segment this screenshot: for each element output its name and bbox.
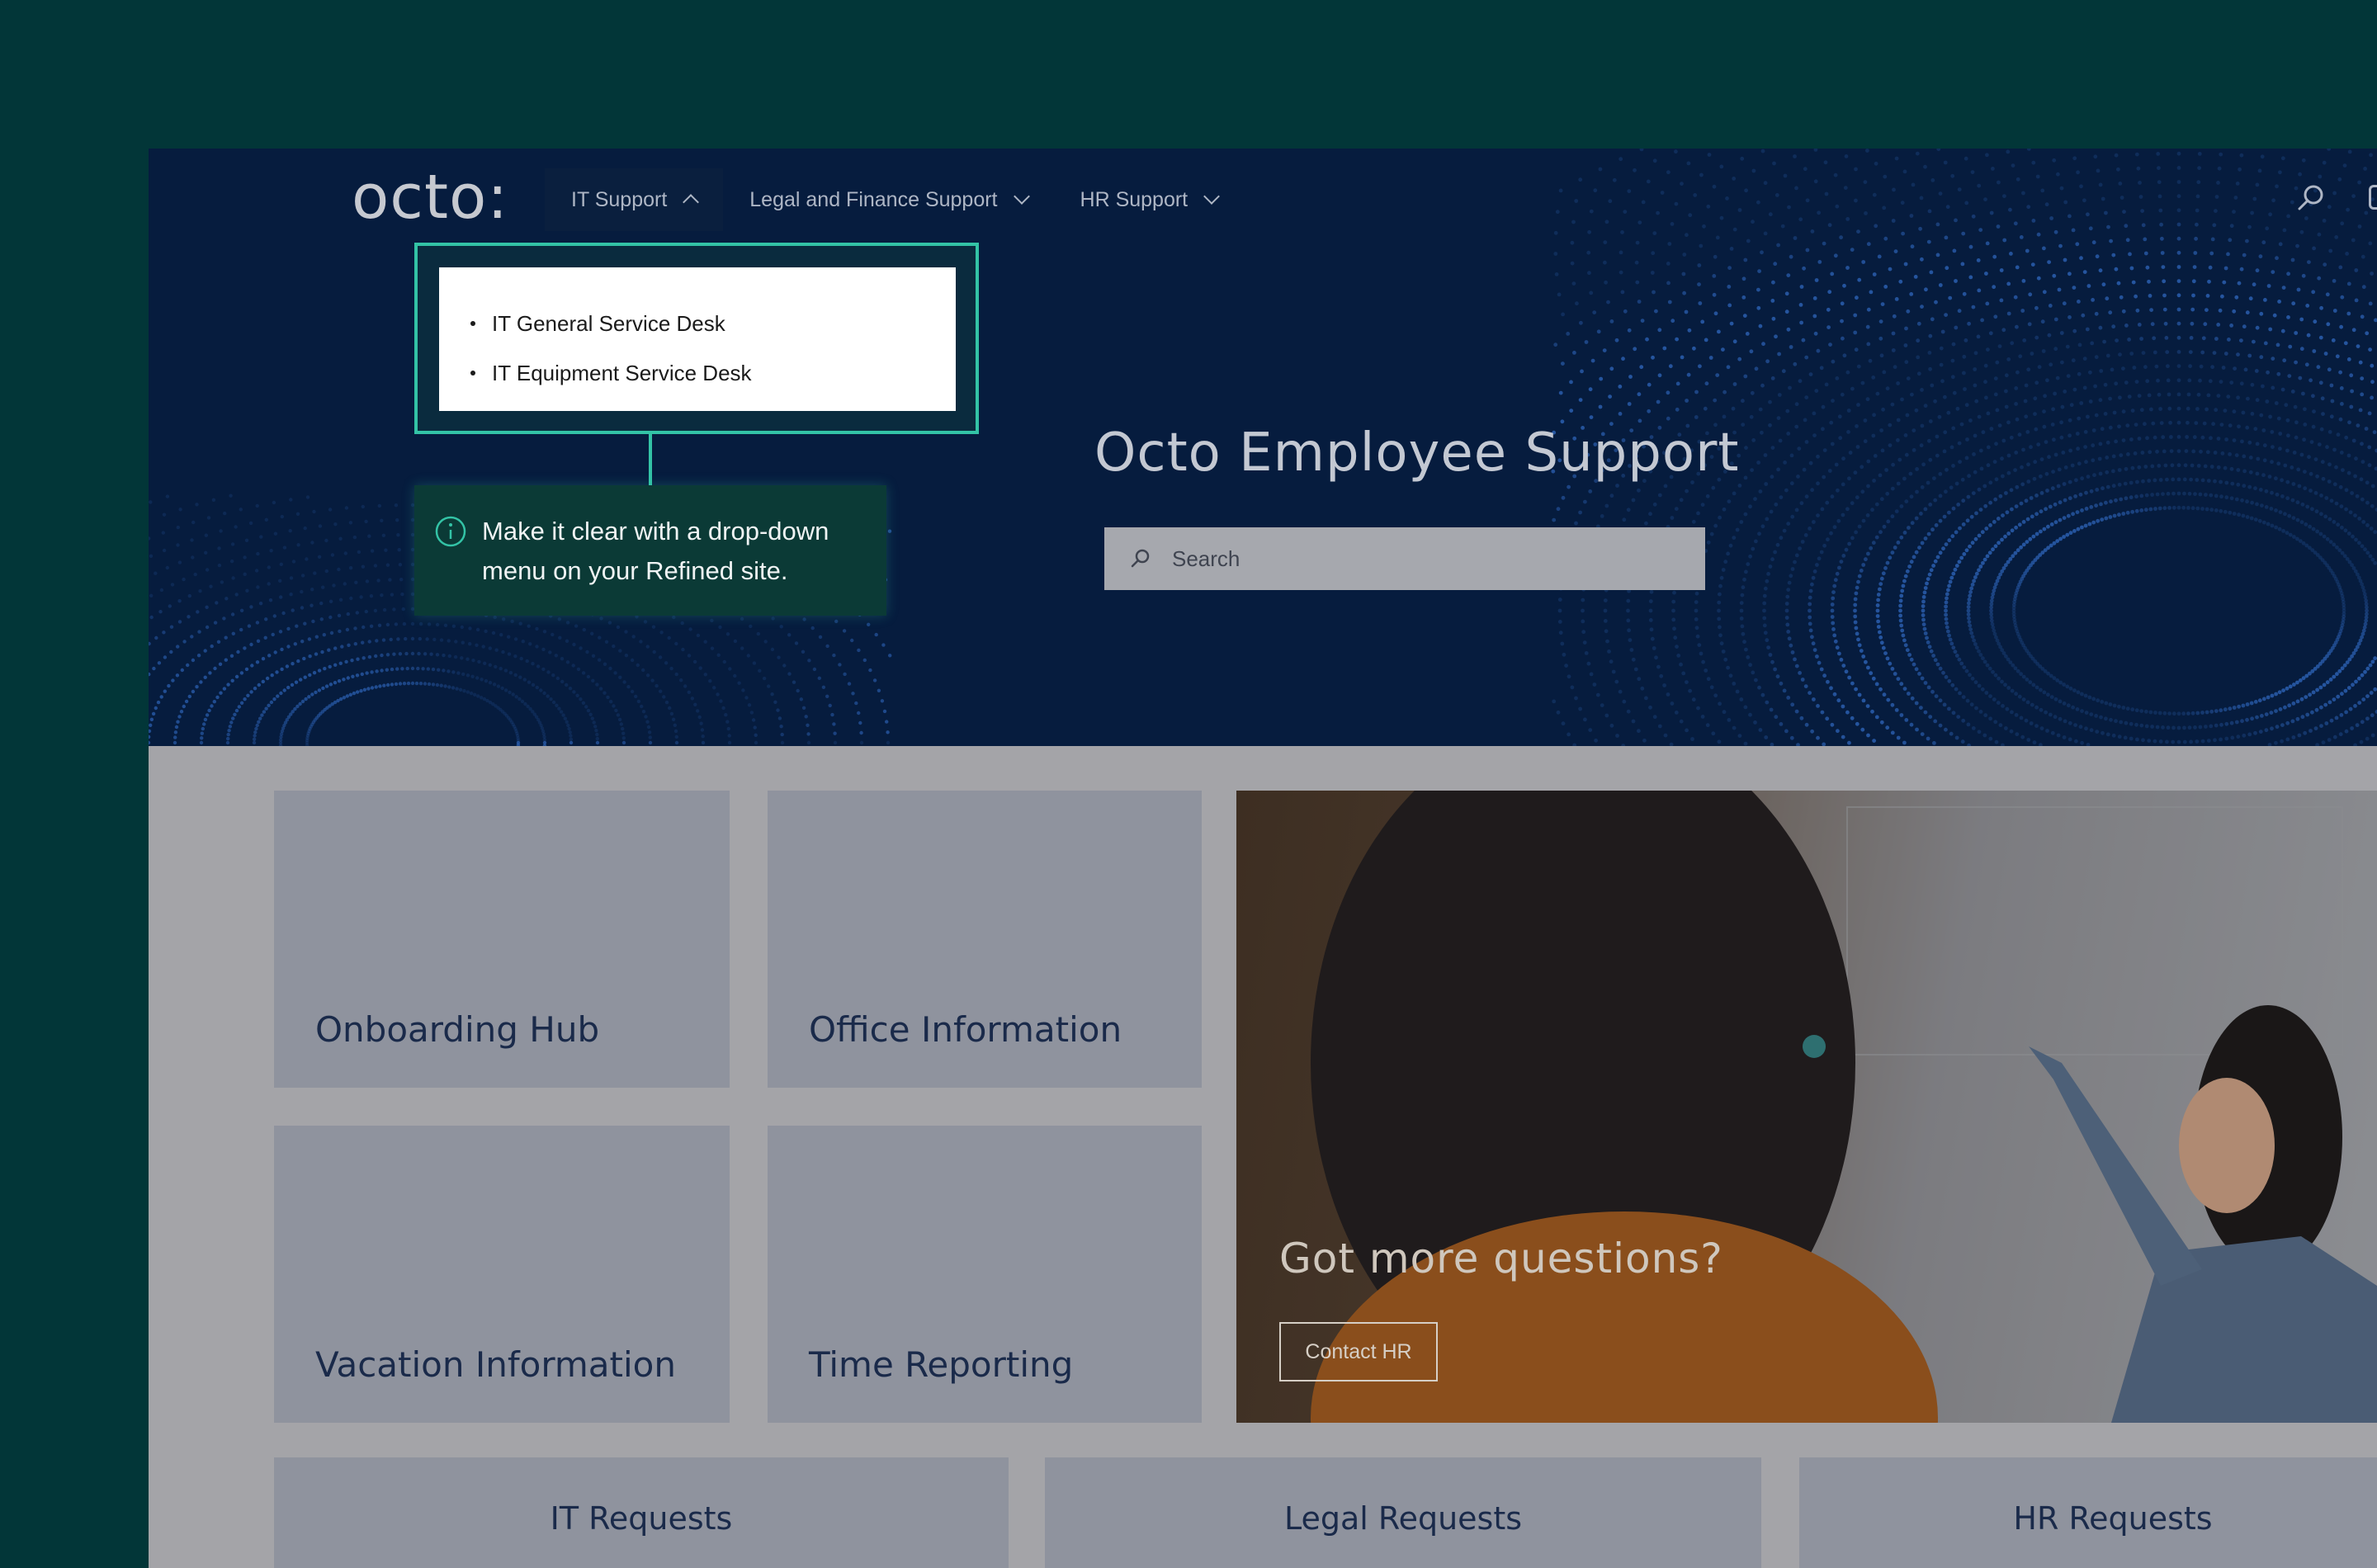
card-title: HR Requests xyxy=(2013,1500,2213,1537)
card-title: Vacation Information xyxy=(315,1344,676,1385)
card-onboarding-hub[interactable]: Onboarding Hub xyxy=(274,791,730,1088)
card-it-requests[interactable]: IT Requests xyxy=(274,1457,1009,1568)
promo-banner: Got more questions? Contact HR xyxy=(1236,791,2377,1423)
user-menu-icon[interactable] xyxy=(2369,185,2377,210)
it-support-dropdown-menu: IT General Service Desk IT Equipment Ser… xyxy=(439,267,956,411)
card-vacation-information[interactable]: Vacation Information xyxy=(274,1126,730,1423)
chevron-up-icon xyxy=(683,194,700,210)
card-hr-requests[interactable]: HR Requests xyxy=(1799,1457,2377,1568)
card-title: Time Reporting xyxy=(809,1344,1074,1385)
menu-item-it-general-service-desk[interactable]: IT General Service Desk xyxy=(470,299,956,348)
nav-item-label: HR Support xyxy=(1080,187,1188,211)
chevron-down-icon xyxy=(1013,188,1030,205)
main-nav: IT Support Legal and Finance Support HR … xyxy=(545,168,1244,231)
contact-hr-button[interactable]: Contact HR xyxy=(1279,1322,1438,1381)
site-frame: octo: IT Support Legal and Finance Suppo… xyxy=(149,149,2377,1568)
hero-banner: octo: IT Support Legal and Finance Suppo… xyxy=(149,149,2377,746)
nav-item-it-support[interactable]: IT Support xyxy=(545,168,724,231)
search-icon[interactable] xyxy=(2294,182,2327,215)
bullet-icon xyxy=(470,371,475,375)
menu-item-it-equipment-service-desk[interactable]: IT Equipment Service Desk xyxy=(470,348,956,398)
callout-connector-line xyxy=(649,434,652,487)
card-title: Office Information xyxy=(809,1009,1122,1050)
nav-item-legal-finance[interactable]: Legal and Finance Support xyxy=(723,168,1053,231)
search-input[interactable] xyxy=(1172,545,1667,572)
info-icon xyxy=(435,516,466,547)
card-legal-requests[interactable]: Legal Requests xyxy=(1045,1457,1761,1568)
callout-tooltip: Make it clear with a drop-down menu on y… xyxy=(414,485,886,616)
site-logo[interactable]: octo: xyxy=(352,162,508,233)
hero-search-box[interactable] xyxy=(1104,527,1705,590)
search-icon xyxy=(1131,549,1150,568)
page-title: Octo Employee Support xyxy=(1094,423,1740,484)
promo-title: Got more questions? xyxy=(1279,1235,1723,1282)
callout-text: Make it clear with a drop-down menu on y… xyxy=(482,517,829,585)
card-title: Onboarding Hub xyxy=(315,1009,600,1050)
card-title: IT Requests xyxy=(550,1500,733,1537)
nav-item-hr-support[interactable]: HR Support xyxy=(1054,168,1245,231)
nav-item-label: IT Support xyxy=(571,187,668,211)
bullet-icon xyxy=(470,321,475,326)
card-office-information[interactable]: Office Information xyxy=(768,791,1202,1088)
chevron-down-icon xyxy=(1203,188,1221,205)
nav-item-label: Legal and Finance Support xyxy=(749,187,998,211)
menu-item-label: IT Equipment Service Desk xyxy=(492,360,752,385)
card-time-reporting[interactable]: Time Reporting xyxy=(768,1126,1202,1423)
menu-item-label: IT General Service Desk xyxy=(492,310,725,336)
dropdown-highlight: IT General Service Desk IT Equipment Ser… xyxy=(414,243,979,434)
card-title: Legal Requests xyxy=(1283,1500,1523,1537)
